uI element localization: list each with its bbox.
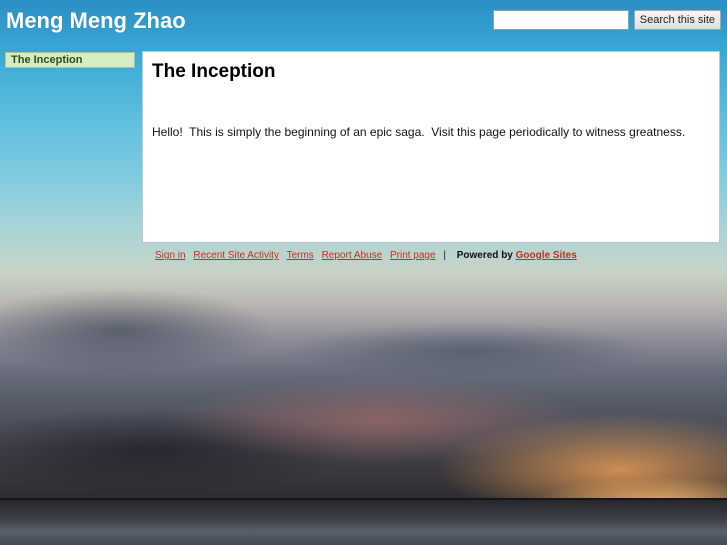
content-panel: The Inception Hello! This is simply the …: [142, 51, 720, 243]
horizon-water: [0, 500, 727, 545]
footer-link-recent-site-activity[interactable]: Recent Site Activity: [193, 250, 279, 261]
search-bar: Search this site: [492, 10, 721, 30]
footer: Sign in Recent Site Activity Terms Repor…: [155, 250, 577, 261]
footer-link-terms[interactable]: Terms: [287, 250, 314, 261]
page-title: The Inception: [152, 61, 276, 82]
page-body-text: Hello! This is simply the beginning of a…: [152, 125, 686, 139]
search-button[interactable]: Search this site: [633, 10, 721, 30]
footer-separator: |: [443, 250, 446, 261]
search-input[interactable]: [492, 10, 629, 30]
footer-link-print-page[interactable]: Print page: [390, 250, 436, 261]
sidebar-item-the-inception[interactable]: The Inception: [5, 52, 135, 68]
footer-link-sign-in[interactable]: Sign in: [155, 250, 186, 261]
sidebar-nav: The Inception: [5, 52, 135, 68]
powered-by: Powered by Google Sites: [457, 250, 577, 261]
google-sites-link[interactable]: Google Sites: [516, 250, 577, 261]
powered-by-label: Powered by: [456, 250, 513, 261]
site-title[interactable]: Meng Meng Zhao: [6, 8, 186, 34]
footer-link-report-abuse[interactable]: Report Abuse: [322, 250, 383, 261]
